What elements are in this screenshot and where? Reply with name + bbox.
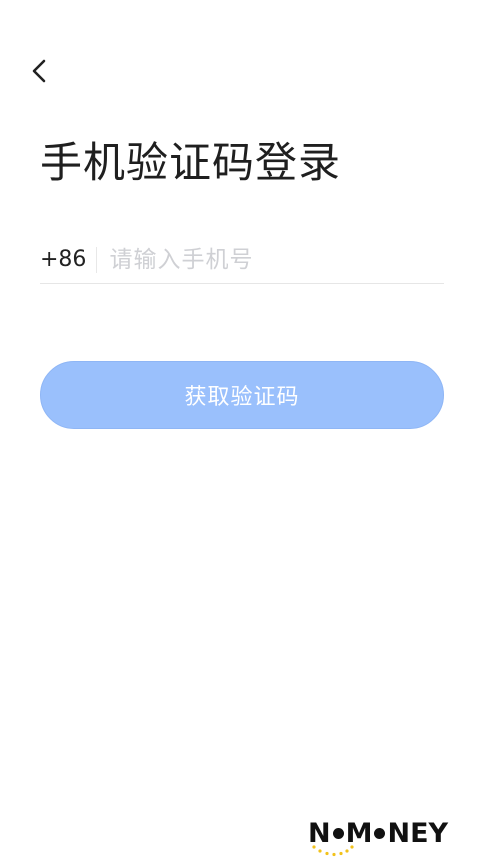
chevron-left-icon <box>31 58 47 84</box>
back-button[interactable] <box>24 56 54 86</box>
nomoney-logo: N M NEY <box>308 816 460 860</box>
get-code-button[interactable]: 获取验证码 <box>40 361 444 429</box>
brand-dot <box>332 827 344 839</box>
brand-dot <box>374 827 386 839</box>
phone-number-input[interactable] <box>109 239 444 280</box>
brand-text-ney: NEY <box>387 817 449 849</box>
brand-smile-icon <box>312 845 354 857</box>
input-divider <box>96 246 98 273</box>
country-code-selector[interactable]: +86 <box>40 236 96 283</box>
page-title: 手机验证码登录 <box>40 138 342 187</box>
phone-input-row: +86 <box>40 236 444 284</box>
